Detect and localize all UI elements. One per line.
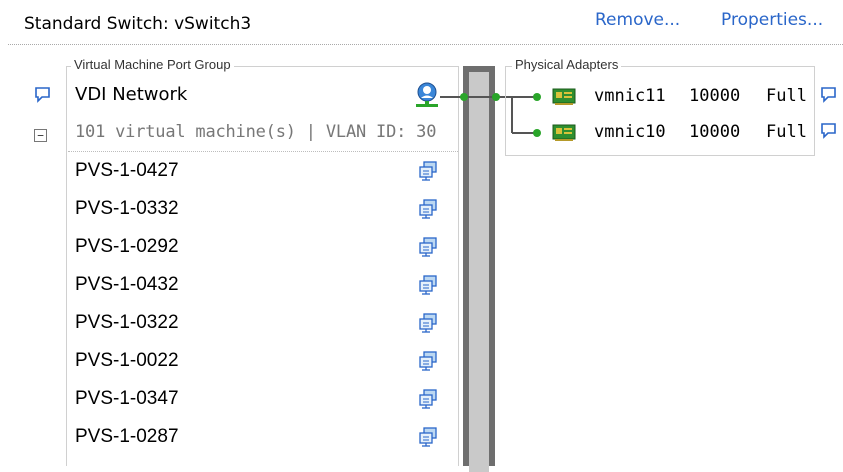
port-group-info-icon[interactable]: [34, 86, 51, 103]
vm-name[interactable]: PVS-1-0292: [75, 236, 179, 258]
virtual-machine-icon[interactable]: [418, 427, 438, 447]
summary-divider: [68, 151, 458, 152]
virtual-machine-icon[interactable]: [418, 313, 438, 333]
port-group-legend: Virtual Machine Port Group: [71, 57, 234, 72]
vm-name[interactable]: PVS-1-0322: [75, 312, 179, 334]
vm-name[interactable]: PVS-1-0022: [75, 350, 179, 372]
adapter-name[interactable]: vmnic10: [594, 122, 666, 142]
vm-name[interactable]: PVS-1-0332: [75, 198, 179, 220]
vm-summary: 101 virtual machine(s) | VLAN ID: 30: [75, 122, 437, 142]
collapse-toggle[interactable]: −: [34, 129, 47, 142]
remove-link[interactable]: Remove...: [595, 10, 680, 30]
physical-adapters-box: Physical Adapters: [505, 57, 815, 156]
network-card-icon: [552, 124, 576, 141]
vm-name[interactable]: PVS-1-0427: [75, 160, 179, 182]
adapter-duplex: Full: [766, 86, 807, 106]
virtual-machine-icon[interactable]: [418, 389, 438, 409]
virtual-machine-icon[interactable]: [418, 199, 438, 219]
vm-name[interactable]: PVS-1-0432: [75, 274, 179, 296]
adapter-speed: 10000: [689, 122, 741, 142]
physical-adapters-legend: Physical Adapters: [512, 57, 622, 72]
adapter-name[interactable]: vmnic11: [594, 86, 666, 106]
network-globe-icon: [416, 82, 438, 107]
adapter-info-icon[interactable]: [820, 122, 837, 139]
header-divider: [8, 44, 843, 45]
vm-name[interactable]: PVS-1-0287: [75, 426, 179, 448]
properties-link[interactable]: Properties...: [721, 10, 823, 30]
adapter-duplex: Full: [766, 122, 807, 142]
virtual-machine-icon[interactable]: [418, 351, 438, 371]
port-group-name[interactable]: VDI Network: [75, 84, 187, 105]
adapter-info-icon[interactable]: [820, 86, 837, 103]
vm-name[interactable]: PVS-1-0347: [75, 388, 179, 410]
virtual-machine-icon[interactable]: [418, 275, 438, 295]
switch-title: Standard Switch: vSwitch3: [24, 14, 252, 34]
virtual-machine-icon[interactable]: [418, 161, 438, 181]
adapter-speed: 10000: [689, 86, 741, 106]
virtual-machine-icon[interactable]: [418, 237, 438, 257]
network-card-icon: [552, 88, 576, 105]
